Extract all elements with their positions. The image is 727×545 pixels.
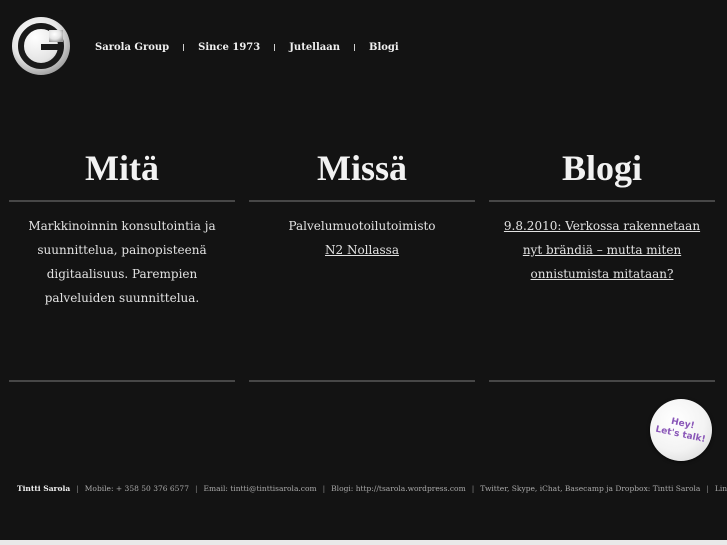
nav-separator <box>183 43 185 51</box>
nav-link-blogi[interactable]: Blogi <box>369 42 399 53</box>
sarola-logo[interactable] <box>11 16 71 76</box>
footer-separator: | <box>322 483 326 493</box>
column-divider-bottom <box>9 380 235 382</box>
text-line: Palvelumuotoilutoimisto <box>288 219 436 233</box>
footer-mobile: Mobile: + 358 50 376 6577 <box>84 483 189 493</box>
footer-name: Tintti Sarola <box>17 483 71 493</box>
blog-post-link[interactable]: onnistumista mitataan? <box>531 267 674 281</box>
footer-separator: | <box>471 483 475 493</box>
nav-link-sarola-group[interactable]: Sarola Group <box>95 42 169 53</box>
column-missa: Missä Palvelumuotoilutoimisto N2 Nollass… <box>249 148 475 382</box>
footer: Tintti Sarola | Mobile: + 358 50 376 657… <box>17 482 727 494</box>
column-divider-bottom <box>249 380 475 382</box>
column-title-missa: Missä <box>317 148 407 188</box>
column-divider-bottom <box>489 380 715 382</box>
blog-post-link[interactable]: 9.8.2010: Verkossa rakennetaan <box>504 219 700 233</box>
text-line: palveluiden suunnittelua. <box>44 291 200 305</box>
text-line: digitaalisuus. Parempien <box>46 267 198 281</box>
lets-talk-button[interactable]: Hey! Let's talk! <box>650 399 712 461</box>
blog-post-link[interactable]: nyt brändiä – mutta miten <box>523 243 681 257</box>
nav-link-jutellaan[interactable]: Jutellaan <box>289 42 340 53</box>
column-mita: Mitä Markkinoinnin konsultointia ja suun… <box>9 148 235 382</box>
footer-linkedin-link[interactable]: LinkedIn <box>715 484 727 493</box>
text-line: Markkinoinnin konsultointia ja <box>28 219 216 233</box>
column-title-mita: Mitä <box>85 148 159 188</box>
footer-separator: | <box>194 483 198 493</box>
column-title-blogi: Blogi <box>561 148 642 188</box>
column-blogi: Blogi 9.8.2010: Verkossa rakennetaan nyt… <box>489 148 715 382</box>
footer-separator: | <box>706 483 709 493</box>
bottom-bar <box>0 540 727 545</box>
column-body-mita: Markkinoinnin konsultointia ja suunnitte… <box>9 202 235 380</box>
top-nav: Sarola Group Since 1973 Jutellaan Blogi <box>95 40 399 54</box>
footer-separator: | <box>76 483 79 493</box>
nav-separator <box>354 43 356 51</box>
footer-services: Twitter, Skype, iChat, Basecamp ja Dropb… <box>480 483 701 493</box>
g-logo-icon <box>12 17 70 75</box>
lets-talk-label: Hey! Let's talk! <box>654 416 706 446</box>
text-line: suunnittelua, painopisteenä <box>37 243 207 257</box>
footer-email-link[interactable]: Email: tintti@tinttisarola.com <box>204 484 317 493</box>
column-body-blogi: 9.8.2010: Verkossa rakennetaan nyt bränd… <box>489 202 715 380</box>
nav-separator <box>274 43 276 51</box>
nav-link-since-1973[interactable]: Since 1973 <box>198 42 260 53</box>
n2-nollassa-link[interactable]: N2 Nollassa <box>325 243 399 257</box>
column-body-missa: Palvelumuotoilutoimisto N2 Nollassa <box>249 202 475 380</box>
footer-blog-link[interactable]: Blogi: http://tsarola.wordpress.com <box>331 484 466 493</box>
